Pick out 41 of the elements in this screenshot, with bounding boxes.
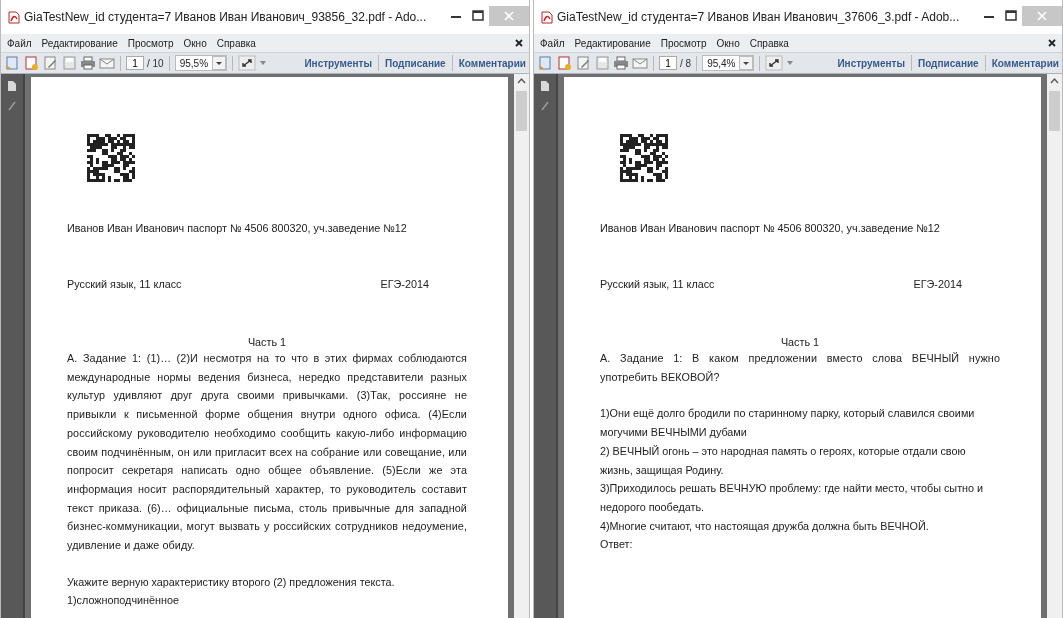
menu-item[interactable]: Просмотр: [127, 37, 174, 49]
task-text: А. Задание 1: (1)… (2)И несмотря на то что в этих фирмах соблюдаются международные нормы ведения бизнеса, нередко представители разных культур удивляют друг друга своими привычками. (3)Так, россияне не привыкли к письменной форме общения внутри одного офиса. (4)Если российскому руководителю необходимо сообщить какую-либо информацию своим подчинённым, он или пригласит всех на собрание или совещание, или попросит секретаря написать одно общее объявление. (5)Если же эта информация носит распорядительный характер, то руководитель составит текст приказа. (6)… официальные письма, столь привычные для западной бизнес-коммуникации, могут вызвать у российских сотрудников недоумение, удивление и даже обиду.: [67, 351, 467, 554]
menu-item[interactable]: Файл: [540, 37, 565, 49]
zoom-dropdown[interactable]: 95,4%: [702, 55, 755, 71]
text-line: Укажите верную характеристику второго (2) предложения текста.: [67, 574, 396, 590]
menu-item[interactable]: Файл: [7, 37, 32, 49]
page-number-field[interactable]: 1: [659, 56, 677, 70]
page-number-field[interactable]: 1: [126, 56, 144, 70]
text-line: 1)Они ещё долго бродили по старинному парку, который славился своими могучими ВЕЧНЫМИ дубами: [600, 406, 976, 441]
window-title: GiaTestNew_id студента=7 Иванов Иван Иванович_37606_3.pdf - Adob...: [557, 10, 960, 24]
menu-item[interactable]: Просмотр: [660, 37, 707, 49]
toolbar-link[interactable]: Инструменты: [837, 57, 905, 69]
text-line: Ответ:: [600, 537, 634, 553]
page-count: / 8: [680, 57, 692, 69]
toolbar-link[interactable]: Комментарии: [991, 57, 1059, 69]
page-count: / 10: [147, 57, 164, 69]
menu-item[interactable]: Окно: [183, 37, 207, 49]
toolbar-link[interactable]: Подписание: [384, 57, 446, 69]
menu-item[interactable]: Окно: [716, 37, 740, 49]
text-line: 2) ВЕЧНЫЙ огонь – это народная память о героях, которые отдали свою жизнь, защищая Родину.: [600, 443, 967, 478]
section-heading: Часть 1: [779, 336, 821, 348]
student-info: Иванов Иван Иванович паспорт № 4506 800320, уч.заведение №12: [600, 222, 941, 234]
exam-label: ЕГЭ-2014: [913, 278, 962, 290]
subject-label: Русский язык, 11 класс: [600, 278, 715, 290]
text-line: 4)Многие считают, что настоящая дружба должна быть ВЕЧНОЙ.: [600, 518, 930, 534]
window-title: GiaTestNew_id студента=7 Иванов Иван Иванович_93856_32.pdf - Ado...: [24, 10, 427, 24]
toolbar-link[interactable]: Инструменты: [304, 57, 372, 69]
toolbar-link[interactable]: Комментарии: [458, 57, 526, 69]
section-heading: Часть 1: [246, 336, 288, 348]
toolbar-link[interactable]: Подписание: [917, 57, 979, 69]
subject-label: Русский язык, 11 класс: [67, 278, 182, 290]
exam-label: ЕГЭ-2014: [380, 278, 429, 290]
student-info: Иванов Иван Иванович паспорт № 4506 800320, уч.заведение №12: [67, 222, 408, 234]
menu-item[interactable]: Редактирование: [41, 37, 118, 49]
zoom-dropdown[interactable]: 95,5%: [174, 55, 228, 71]
menu-item[interactable]: Справка: [749, 37, 789, 49]
task-text: А. Задание 1: В каком предложении вместо слова ВЕЧНЫЙ нужно употребить ВЕКОВОЙ?: [600, 351, 1000, 385]
menu-item[interactable]: Справка: [216, 37, 256, 49]
menu-item[interactable]: Редактирование: [574, 37, 651, 49]
text-line: 1)сложноподчинённое: [67, 593, 180, 609]
text-line: 3)Приходилось решать ВЕЧНУЮ проблему: где найти место, чтобы сытно и недорого пообедать.: [600, 481, 985, 515]
